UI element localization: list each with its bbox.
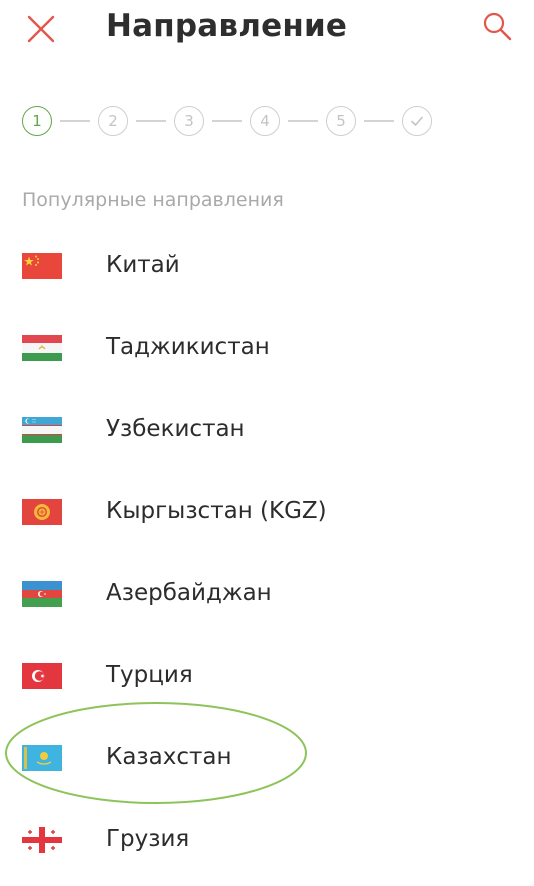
turkey-flag-icon	[22, 663, 62, 689]
list-item-label: Турция	[106, 662, 193, 688]
list-item-turkey[interactable]: Турция	[0, 636, 534, 716]
section-title-popular: Популярные направления	[22, 189, 284, 211]
list-item-azerbaijan[interactable]: Азербайджан	[0, 554, 534, 634]
list-item-kazakhstan[interactable]: Казахстан	[0, 718, 534, 798]
step-3: 3	[174, 106, 204, 136]
close-button[interactable]	[24, 10, 58, 44]
kazakhstan-flag-icon	[22, 745, 62, 771]
step-connector	[212, 120, 242, 122]
china-flag-icon	[22, 253, 62, 279]
list-item-label: Кыргызстан (KGZ)	[106, 498, 327, 524]
tajikistan-flag-icon	[22, 335, 62, 361]
azerbaijan-flag-icon	[22, 581, 62, 607]
kyrgyzstan-flag-icon	[22, 499, 62, 525]
list-item-label: Узбекистан	[106, 416, 245, 442]
check-icon	[411, 116, 423, 126]
search-button[interactable]	[480, 8, 516, 44]
header-bar: Направление	[0, 0, 534, 60]
step-connector	[136, 120, 166, 122]
list-item-uzbekistan[interactable]: Узбекистан	[0, 390, 534, 470]
list-item-tajikistan[interactable]: Таджикистан	[0, 308, 534, 388]
page-title: Направление	[106, 8, 348, 44]
georgia-flag-icon	[22, 827, 62, 853]
close-icon	[27, 15, 55, 43]
list-item-label: Китай	[106, 252, 180, 278]
list-item-label: Таджикистан	[106, 334, 270, 360]
list-item-kyrgyzstan[interactable]: Кыргызстан (KGZ)	[0, 472, 534, 552]
step-final	[402, 106, 432, 136]
uzbekistan-flag-icon	[22, 417, 62, 443]
list-item-label: Казахстан	[106, 744, 232, 770]
search-icon	[483, 12, 512, 41]
progress-stepper: 1 2 3 4 5	[22, 104, 432, 138]
step-5: 5	[326, 106, 356, 136]
list-item-georgia[interactable]: Грузия	[0, 800, 534, 880]
step-1: 1	[22, 106, 52, 136]
list-item-label: Грузия	[106, 826, 190, 852]
step-connector	[364, 120, 394, 122]
step-connector	[288, 120, 318, 122]
list-item-label: Азербайджан	[106, 580, 272, 606]
step-connector	[60, 120, 90, 122]
step-4: 4	[250, 106, 280, 136]
step-2: 2	[98, 106, 128, 136]
list-item-china[interactable]: Китай	[0, 226, 534, 306]
